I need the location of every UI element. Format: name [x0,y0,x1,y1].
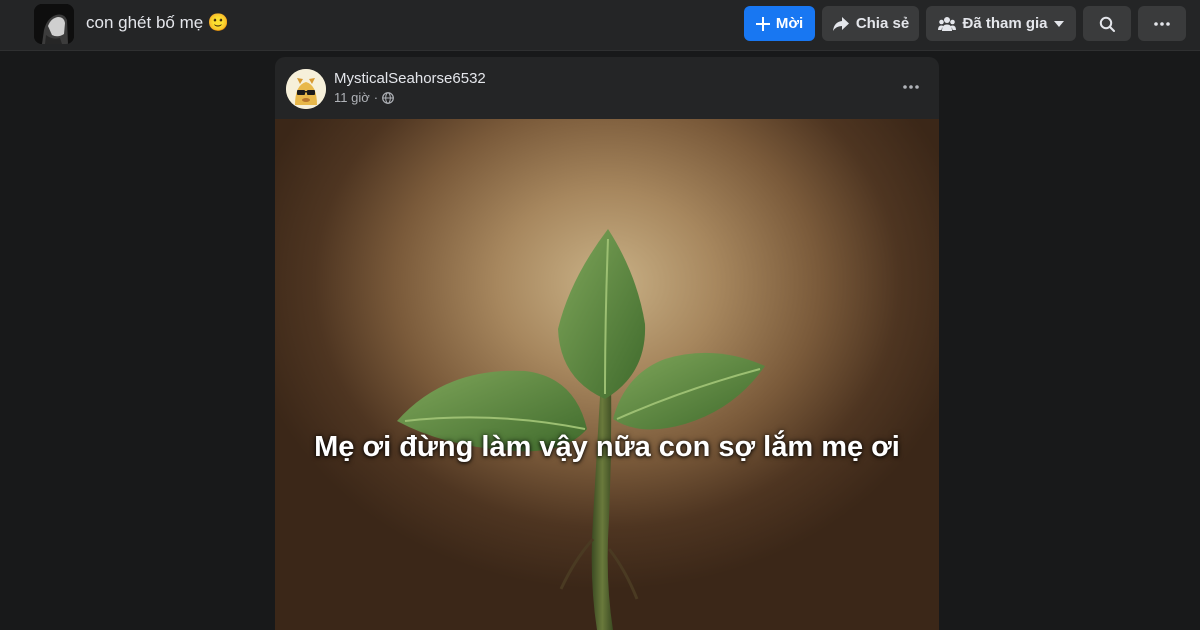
joined-button-label: Đã tham gia [962,15,1048,32]
group-avatar[interactable] [34,4,74,44]
more-dots-icon [903,85,919,89]
group-title[interactable]: con ghét bố mẹ 🙂 [86,13,229,33]
share-button-label: Chia sẻ [855,15,910,32]
invite-button[interactable]: Mời [744,6,815,41]
invite-button-label: Mời [775,15,804,32]
post-options-button[interactable] [895,73,927,101]
group-topbar: con ghét bố mẹ 🙂 Mời Chia sẻ Đã tham gia [0,0,1200,51]
caret-down-icon [1053,20,1064,27]
post-image[interactable]: Mẹ ơi đừng làm vậy nữa con sợ lắm mẹ ơi [275,119,939,630]
post-card: MysticalSeahorse6532 11 giờ · Mẹ ơi đừng… [275,57,939,630]
image-caption: Mẹ ơi đừng làm vậy nữa con sợ lắm mẹ ơi [314,431,900,463]
more-options-button[interactable] [1138,6,1186,41]
post-meta: 11 giờ · [334,90,394,105]
author-avatar[interactable] [286,69,326,109]
post-header: MysticalSeahorse6532 11 giờ · [275,57,939,119]
search-button[interactable] [1083,6,1131,41]
plus-icon [755,16,770,31]
more-dots-icon [1154,21,1170,26]
group-avatar-image [34,4,74,44]
author-name[interactable]: MysticalSeahorse6532 [334,70,486,87]
post-time[interactable]: 11 giờ [334,90,370,105]
search-icon [1099,16,1115,32]
share-button[interactable]: Chia sẻ [822,6,919,41]
meta-separator: · [373,90,379,105]
share-arrow-icon [832,16,849,31]
sprout-illustration [397,229,765,630]
group-icon [938,16,957,31]
globe-icon [382,91,394,104]
author-avatar-image [286,69,326,109]
joined-button[interactable]: Đã tham gia [926,6,1076,41]
